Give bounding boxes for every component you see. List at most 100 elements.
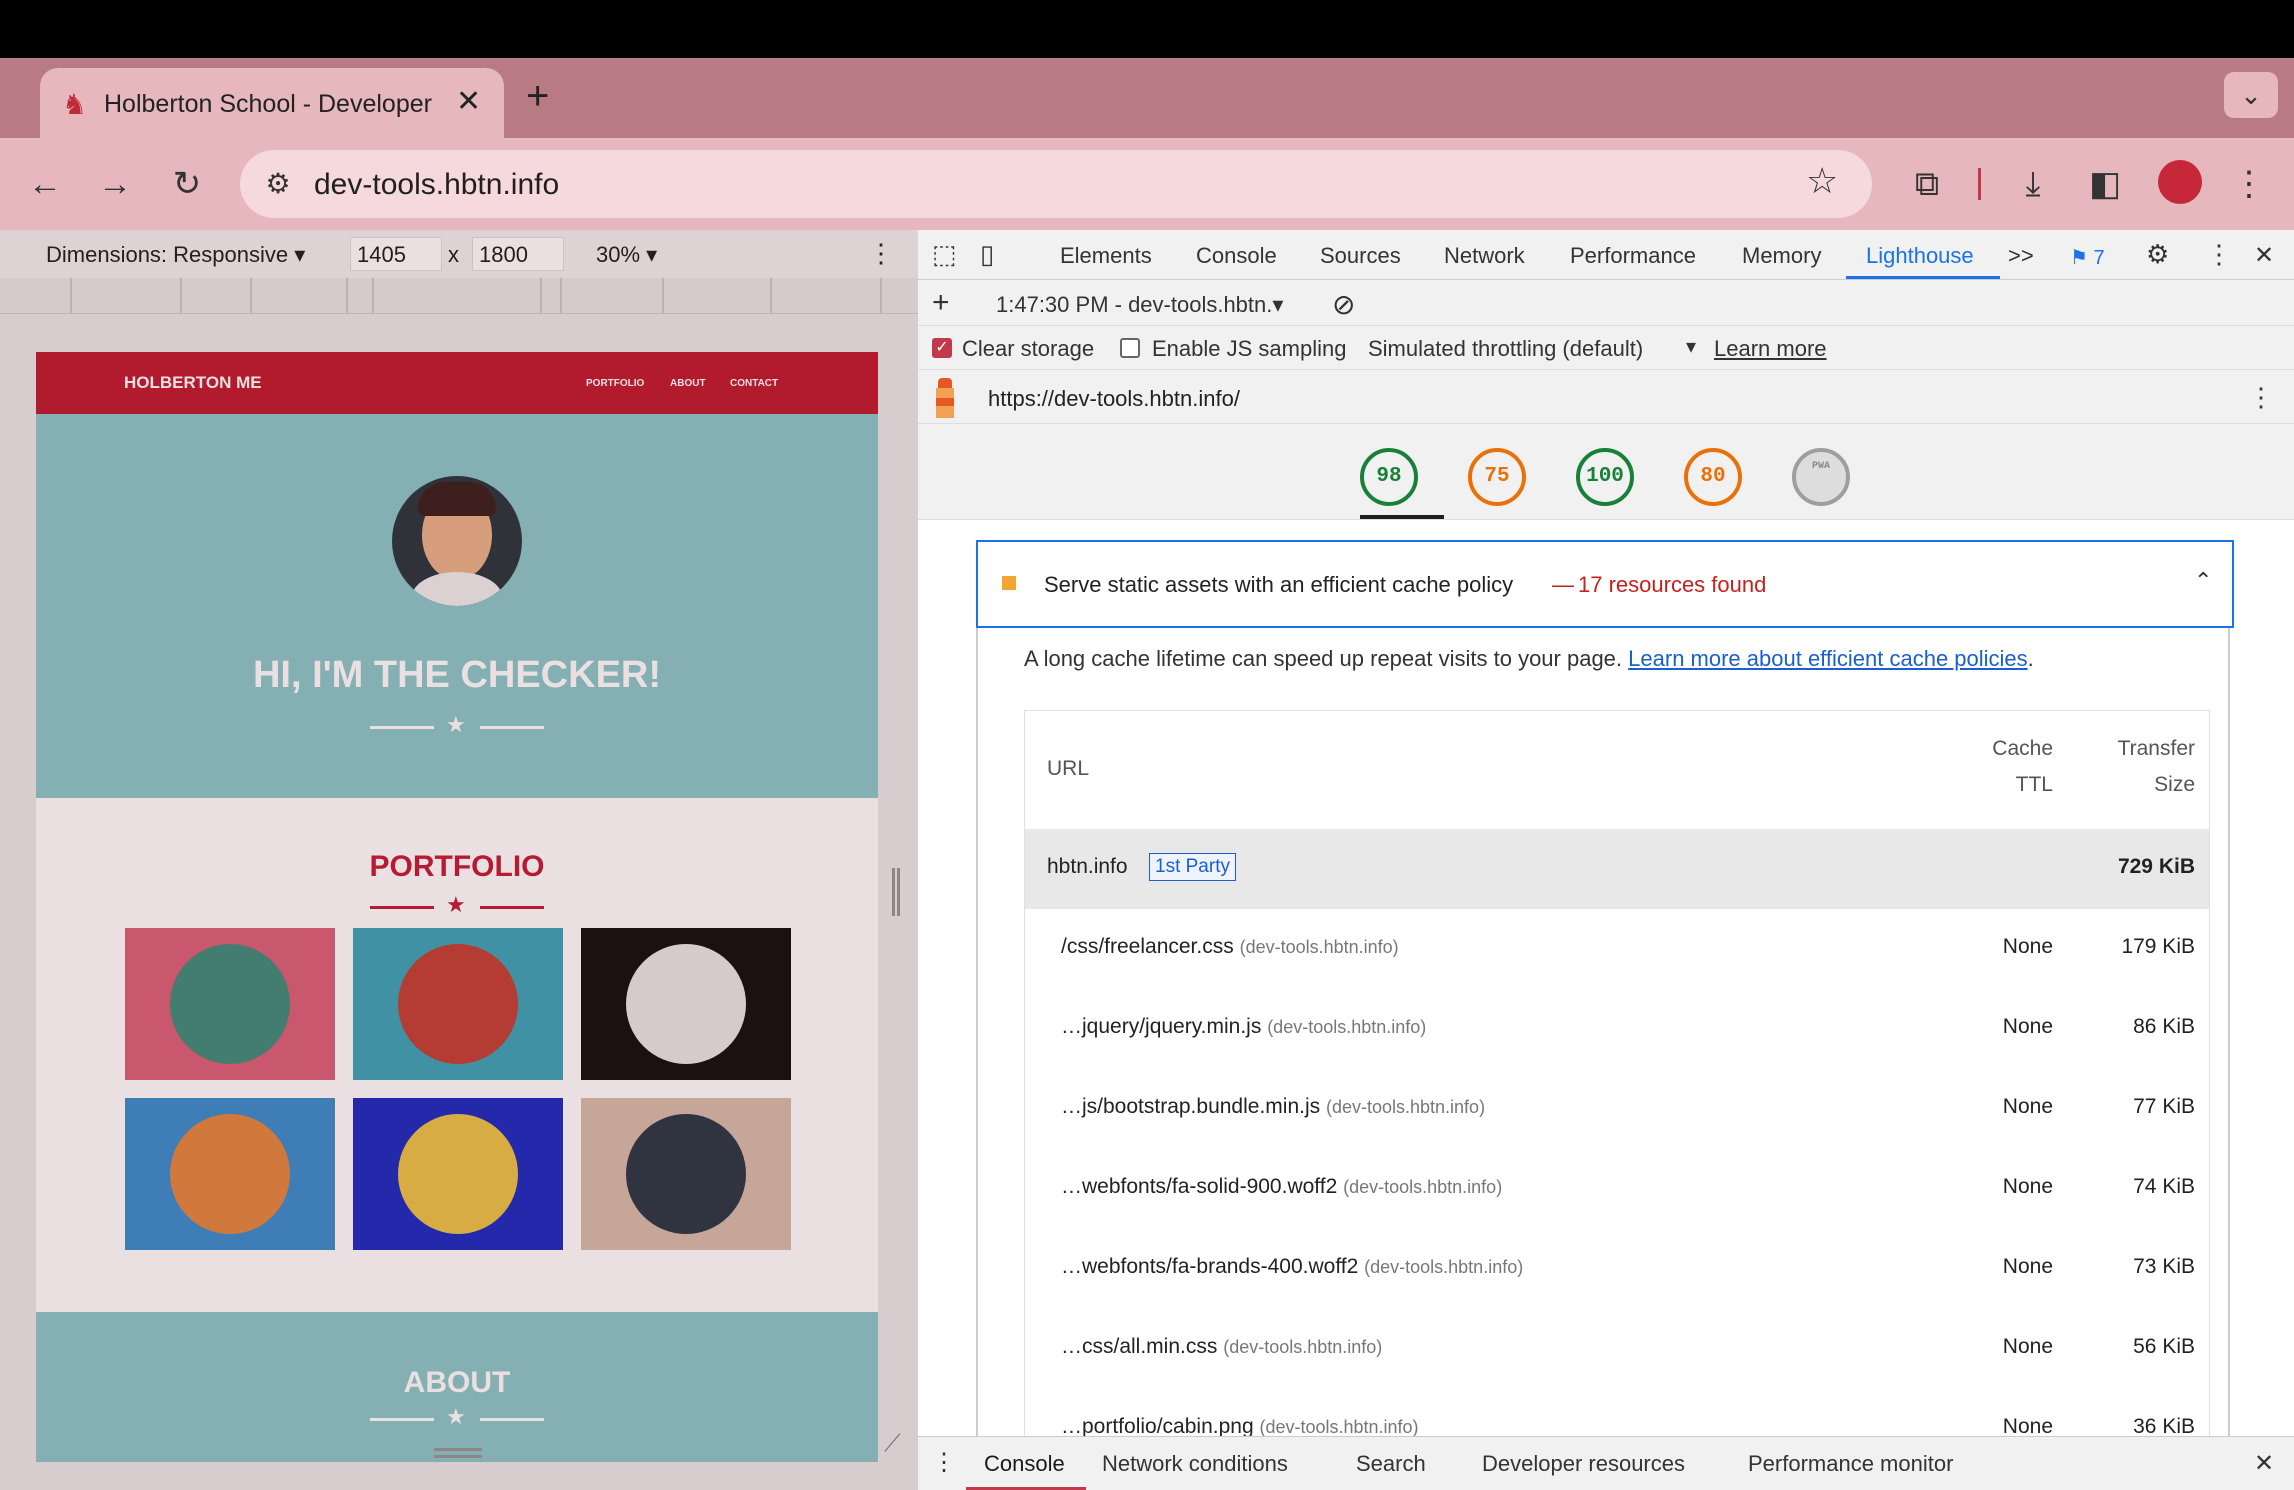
nav-link-portfolio[interactable]: PORTFOLIO bbox=[586, 378, 644, 389]
portfolio-item-cabin[interactable] bbox=[125, 928, 335, 1080]
device-more-icon[interactable]: ⋮ bbox=[868, 238, 894, 269]
dimensions-select[interactable]: Dimensions: Responsive ▾ bbox=[46, 242, 305, 268]
inspect-element-icon[interactable]: ⬚ bbox=[932, 239, 957, 270]
address-bar[interactable]: ⚙ dev-tools.hbtn.info ☆ bbox=[240, 150, 1872, 218]
clear-reports-icon[interactable]: ⊘ bbox=[1332, 288, 1355, 321]
resources-table: URL Cache TTL Transfer Size hbtn.info 1s… bbox=[1024, 710, 2210, 1490]
drawer-tab-developer-resources[interactable]: Developer resources bbox=[1482, 1451, 1685, 1477]
resource-path: …css/all.min.css (dev-tools.hbtn.info) bbox=[1061, 1335, 1382, 1359]
report-time: 1:47:30 PM - dev-tools.hbtn. bbox=[996, 292, 1273, 317]
issues-badge[interactable]: ⚑ 7 bbox=[2070, 245, 2105, 270]
column-cache-ttl-2: TTL bbox=[2015, 773, 2053, 796]
forward-arrow-icon[interactable]: → bbox=[90, 138, 140, 230]
table-row[interactable]: …css/all.min.css (dev-tools.hbtn.info) N… bbox=[1025, 1309, 2209, 1389]
throttling-dropdown-icon[interactable]: ▾ bbox=[1686, 334, 1696, 359]
bottom-resize-handle[interactable] bbox=[434, 1448, 482, 1458]
devtools-menu-icon[interactable]: ⋮ bbox=[2206, 239, 2232, 270]
nav-link-about[interactable]: ABOUT bbox=[670, 378, 706, 389]
reload-icon[interactable]: ↻ bbox=[162, 138, 212, 230]
tab-network[interactable]: Network bbox=[1444, 243, 1525, 269]
corner-resize-icon[interactable]: ⟋ bbox=[884, 1430, 901, 1458]
tab-elements[interactable]: Elements bbox=[1060, 243, 1152, 269]
tab-performance[interactable]: Performance bbox=[1570, 243, 1696, 269]
portfolio-item-game[interactable] bbox=[125, 1098, 335, 1250]
learn-more-link[interactable]: Learn more bbox=[1714, 336, 1827, 362]
close-drawer-icon[interactable]: ✕ bbox=[2254, 1449, 2274, 1478]
site-settings-icon[interactable]: ⚙ bbox=[258, 164, 298, 204]
devtools-panel: ⬚ ▯ Elements Console Sources Network Per… bbox=[918, 230, 2294, 1490]
profile-avatar[interactable] bbox=[2158, 160, 2202, 204]
close-devtools-icon[interactable]: ✕ bbox=[2254, 241, 2274, 270]
portfolio-item-safe[interactable] bbox=[353, 1098, 563, 1250]
clear-storage-checkbox[interactable]: ✓ bbox=[932, 338, 952, 358]
drawer-tab-performance-monitor[interactable]: Performance monitor bbox=[1748, 1451, 1953, 1477]
more-tabs-icon[interactable]: >> bbox=[2008, 243, 2034, 269]
nav-link-contact[interactable]: CONTACT bbox=[730, 378, 778, 389]
group-row[interactable]: hbtn.info 1st Party 729 KiB bbox=[1025, 829, 2209, 909]
device-toggle-icon[interactable]: ▯ bbox=[980, 239, 994, 270]
new-report-icon[interactable]: + bbox=[932, 286, 950, 320]
site-brand[interactable]: HOLBERTON ME bbox=[124, 373, 262, 393]
accessibility-score-gauge[interactable]: 75 bbox=[1468, 448, 1526, 506]
efficient-cache-link[interactable]: Learn more about efficient cache policie… bbox=[1628, 646, 2028, 671]
drawer-tab-search[interactable]: Search bbox=[1356, 1451, 1426, 1477]
tab-memory[interactable]: Memory bbox=[1742, 243, 1821, 269]
resource-host: (dev-tools.hbtn.info) bbox=[1259, 1417, 1419, 1437]
extensions-puzzle-icon[interactable]: ⧉ bbox=[1902, 138, 1952, 230]
resource-size: 73 KiB bbox=[2133, 1255, 2195, 1278]
tab-console[interactable]: Console bbox=[1196, 243, 1277, 269]
device-viewport-pane: Dimensions: Responsive ▾ 1405 x 1800 30%… bbox=[0, 230, 918, 1490]
drawer-menu-icon[interactable]: ⋮ bbox=[932, 1448, 956, 1477]
column-url: URL bbox=[1047, 757, 1090, 780]
settings-gear-icon[interactable]: ⚙ bbox=[2146, 239, 2169, 270]
bookmark-star-icon[interactable]: ☆ bbox=[1806, 160, 1838, 202]
back-arrow-icon[interactable]: ← bbox=[20, 138, 70, 230]
address-url[interactable]: dev-tools.hbtn.info bbox=[314, 168, 559, 202]
hero-star-icon: ★ bbox=[446, 712, 466, 737]
audit-header[interactable]: Serve static assets with an efficient ca… bbox=[976, 540, 2234, 628]
new-tab-icon[interactable]: + bbox=[526, 74, 549, 119]
resource-file: …webfonts/fa-solid-900.woff2 bbox=[1061, 1175, 1338, 1198]
best-practices-score-gauge[interactable]: 100 bbox=[1576, 448, 1634, 506]
portfolio-divider-left bbox=[370, 906, 434, 909]
drawer-tab-network-conditions[interactable]: Network conditions bbox=[1102, 1451, 1288, 1477]
height-input[interactable]: 1800 bbox=[472, 237, 564, 271]
close-tab-icon[interactable]: ✕ bbox=[456, 84, 481, 119]
seo-score-gauge[interactable]: 80 bbox=[1684, 448, 1742, 506]
resource-size: 56 KiB bbox=[2133, 1335, 2195, 1358]
resource-ttl: None bbox=[2002, 1015, 2053, 1038]
resource-host: (dev-tools.hbtn.info) bbox=[1239, 937, 1399, 957]
performance-score-gauge[interactable]: 98 bbox=[1360, 448, 1418, 506]
pwa-score-gauge[interactable]: PWA bbox=[1792, 448, 1850, 506]
table-row[interactable]: …jquery/jquery.min.js (dev-tools.hbtn.in… bbox=[1025, 989, 2209, 1069]
zoom-select[interactable]: 30% ▾ bbox=[596, 242, 657, 268]
drawer-tab-console[interactable]: Console bbox=[984, 1451, 1065, 1477]
resource-size: 86 KiB bbox=[2133, 1015, 2195, 1038]
score-gauges: 98 75 100 80 PWA bbox=[918, 424, 2294, 520]
portfolio-item-cake[interactable] bbox=[353, 928, 563, 1080]
right-resize-handle[interactable] bbox=[892, 868, 900, 916]
portfolio-item-submarine[interactable] bbox=[581, 1098, 791, 1250]
more-menu-icon[interactable]: ⋮ bbox=[2224, 138, 2274, 230]
js-sampling-label: Enable JS sampling bbox=[1152, 336, 1347, 361]
resource-host: (dev-tools.hbtn.info) bbox=[1267, 1017, 1427, 1037]
js-sampling-checkbox[interactable] bbox=[1120, 338, 1140, 358]
tab-search-chevron-icon[interactable]: ⌄ bbox=[2224, 72, 2278, 118]
table-row[interactable]: …js/bootstrap.bundle.min.js (dev-tools.h… bbox=[1025, 1069, 2209, 1149]
table-row[interactable]: …webfonts/fa-brands-400.woff2 (dev-tools… bbox=[1025, 1229, 2209, 1309]
width-input[interactable]: 1405 bbox=[350, 237, 442, 271]
side-panel-icon[interactable]: ◧ bbox=[2080, 138, 2130, 230]
table-row[interactable]: /css/freelancer.css (dev-tools.hbtn.info… bbox=[1025, 909, 2209, 989]
url-bar-menu-icon[interactable]: ⋮ bbox=[2248, 382, 2274, 413]
portfolio-item-circus[interactable] bbox=[581, 928, 791, 1080]
about-divider-left bbox=[370, 1418, 434, 1421]
collapse-chevron-icon[interactable]: ⌃ bbox=[2194, 568, 2212, 594]
resource-file: …js/bootstrap.bundle.min.js bbox=[1061, 1095, 1321, 1118]
media-query-ruler[interactable] bbox=[0, 278, 918, 314]
browser-tab[interactable]: ♞ Holberton School - Developer ✕ bbox=[40, 68, 504, 138]
table-row[interactable]: …webfonts/fa-solid-900.woff2 (dev-tools.… bbox=[1025, 1149, 2209, 1229]
tab-sources[interactable]: Sources bbox=[1320, 243, 1401, 269]
report-select[interactable]: 1:47:30 PM - dev-tools.hbtn.▾ bbox=[996, 292, 1283, 318]
download-icon[interactable]: ⤓ bbox=[2008, 138, 2058, 230]
tab-lighthouse[interactable]: Lighthouse bbox=[1866, 243, 1974, 269]
